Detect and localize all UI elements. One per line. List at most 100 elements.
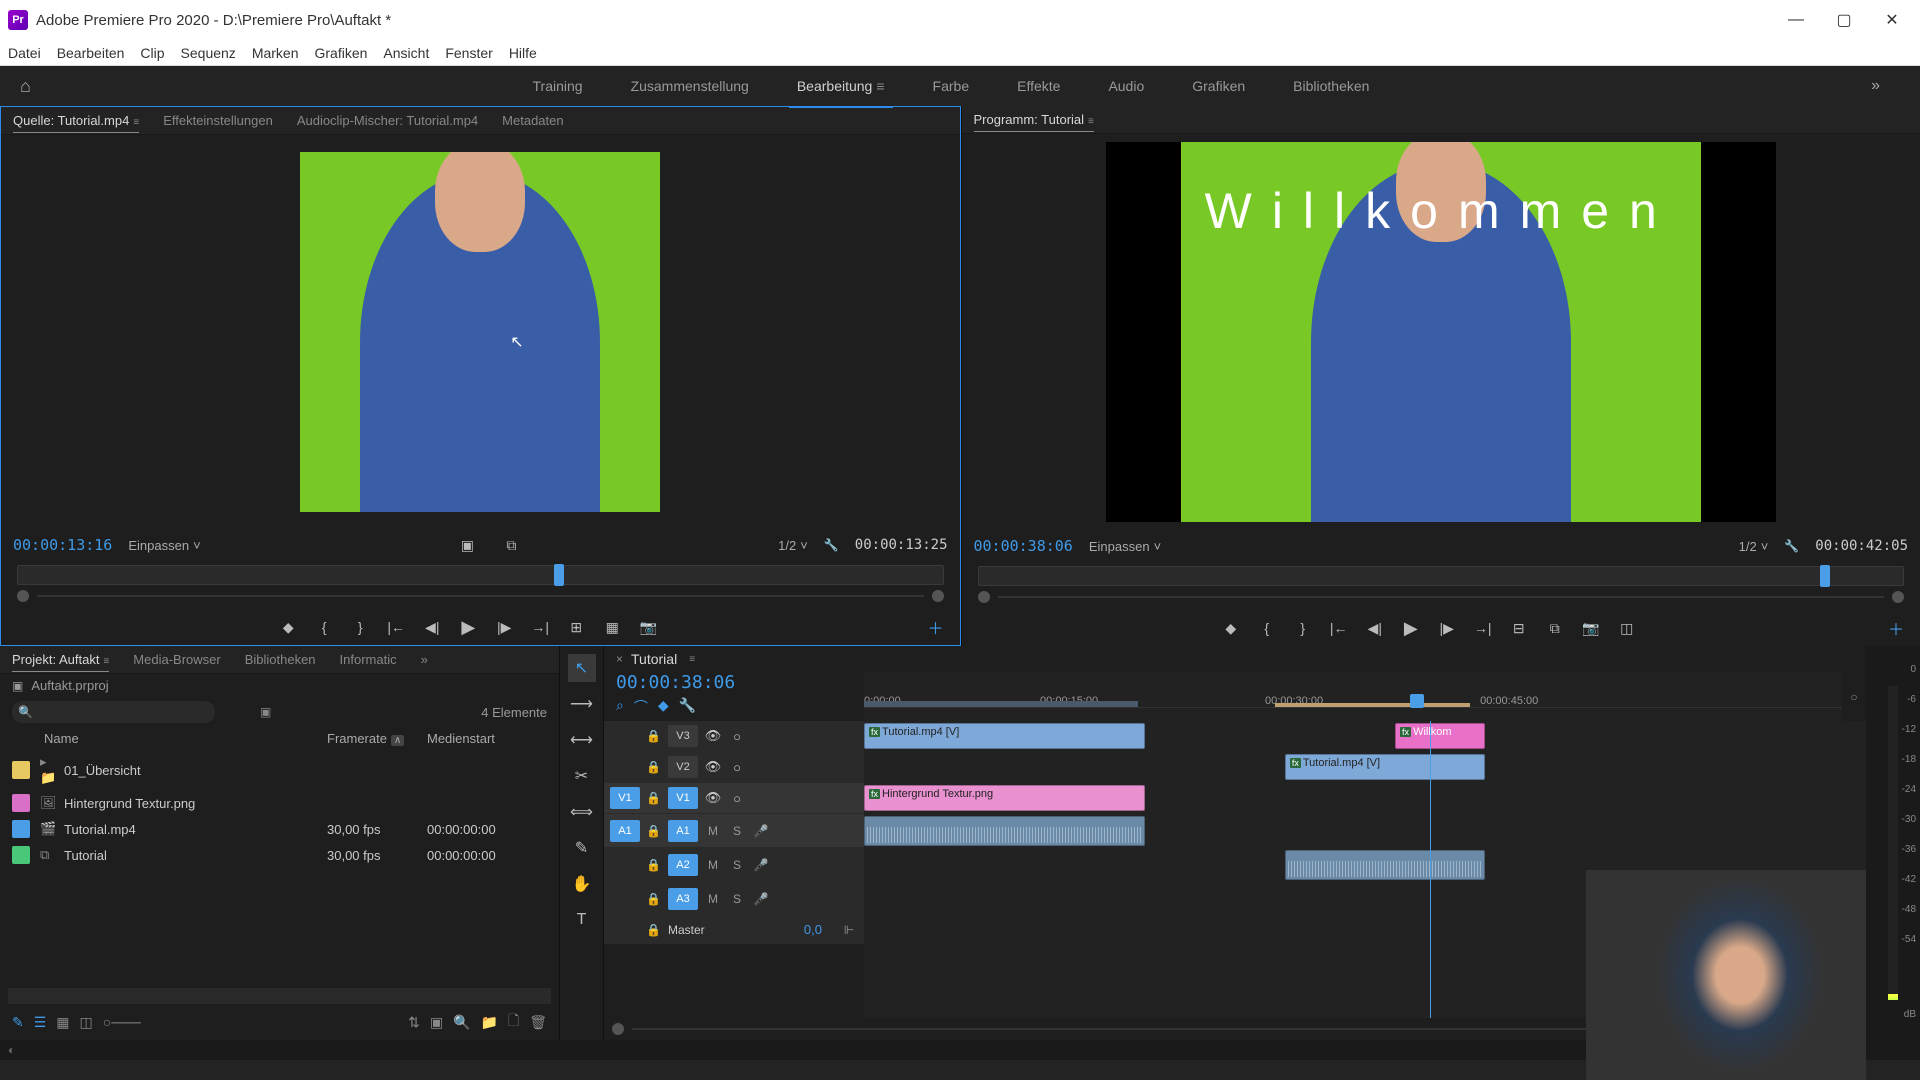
program-monitor-view[interactable]: Willkommen [962,134,1920,530]
step-forward-button[interactable]: |▶ [1433,616,1461,640]
voiceover-icon[interactable]: 🎤 [752,858,770,872]
step-back-button[interactable]: ◀| [418,615,446,639]
program-scrubber[interactable] [978,566,1905,586]
workspace-overflow-icon[interactable]: » [1871,77,1880,95]
source-tab-effekteinstellungen[interactable]: Effekteinstellungen [163,113,273,132]
workspace-bearbeitung[interactable]: Bearbeitung≡ [797,74,885,98]
project-tab-bibliotheken[interactable]: Bibliotheken [245,652,316,671]
workspace-effekte[interactable]: Effekte [1017,74,1060,98]
panel-menu-icon[interactable]: ≡ [689,654,695,665]
panel-menu-icon[interactable]: ≡ [1088,116,1094,127]
lock-icon[interactable]: 🔒 [646,892,662,906]
source-playhead[interactable] [554,564,564,586]
project-newbin-icon[interactable]: 📁 [481,1014,498,1031]
lock-icon[interactable]: 🔒 [646,791,662,805]
track-a3-target[interactable]: A3 [668,888,698,910]
timeline-ruler[interactable]: 0:00:00 00:00:15:00 00:00:30:00 00:00:45… [864,672,1842,708]
sync-lock-icon[interactable]: ○ [728,729,746,744]
eye-icon[interactable]: 👁 [704,728,722,744]
maximize-button[interactable]: ▢ [1824,5,1864,35]
source-fit-dropdown[interactable]: Einpassen ˅ [128,538,200,553]
source-zoom-slider[interactable] [37,595,924,597]
mark-in-button[interactable]: { [1253,616,1281,640]
overwrite-button[interactable]: ▦ [598,615,626,639]
project-tab-mediabrowser[interactable]: Media-Browser [133,652,220,671]
goto-out-button[interactable]: →| [526,615,554,639]
add-marker-button[interactable]: ◆ [274,615,302,639]
eye-icon[interactable]: 👁 [704,790,722,806]
track-master-header[interactable]: 🔒 Master 0,0 ⊩ [604,916,864,944]
solo-toggle[interactable]: S [728,824,746,838]
menu-marken[interactable]: Marken [252,45,299,61]
source-zoom-out[interactable] [17,590,29,602]
source-tab-quelle[interactable]: Quelle: Tutorial.mp4≡ [13,113,139,133]
program-zoom-in[interactable] [1892,591,1904,603]
label-color[interactable] [12,846,30,864]
insert-button[interactable]: ⊞ [562,615,590,639]
track-v2-target[interactable]: V2 [668,756,698,778]
menu-datei[interactable]: Datei [8,45,41,61]
project-delete-icon[interactable]: 🗑 [529,1014,547,1031]
track-v1-source[interactable]: V1 [610,787,640,809]
workspace-grafiken[interactable]: Grafiken [1192,74,1245,98]
voiceover-icon[interactable]: 🎤 [752,892,770,906]
timeline-playhead-head[interactable] [1410,694,1424,708]
goto-in-button[interactable]: |← [382,615,410,639]
lock-icon[interactable]: 🔒 [646,923,662,937]
comparison-view-button[interactable]: ◫ [1613,616,1641,640]
project-automate-icon[interactable]: ▣ [430,1014,443,1031]
timeline-close-icon[interactable]: × [616,652,623,666]
timeline-playhead[interactable] [1430,721,1431,1018]
track-v3-header[interactable]: 🔒 V3 👁 ○ [604,721,864,752]
project-newitem-icon[interactable]: 🗋 [508,1010,519,1034]
menu-fenster[interactable]: Fenster [445,45,492,61]
source-monitor-view[interactable]: ↖ [1,135,960,529]
workspace-menu-icon[interactable]: ≡ [876,78,884,94]
extract-button[interactable]: ⧉ [1541,616,1569,640]
timeline-settings-icon[interactable]: 🔧 [679,697,696,717]
lock-icon[interactable]: 🔒 [646,760,662,774]
close-button[interactable]: ✕ [1872,5,1912,35]
project-sort-icon[interactable]: ⇅ [408,1014,420,1031]
mark-out-button[interactable]: } [1289,616,1317,640]
col-medienstart[interactable]: Medienstart [427,731,547,746]
button-editor-plus[interactable]: ＋ [1888,616,1904,640]
home-icon[interactable]: ⌂ [20,76,31,97]
voiceover-icon[interactable]: 🎤 [752,824,770,838]
program-timecode-current[interactable]: 00:00:38:06 [974,537,1073,555]
marker-in-icon[interactable]: ▣ [453,533,481,557]
solo-toggle[interactable]: S [728,858,746,872]
col-framerate[interactable]: Framerate∧ [327,731,427,746]
master-expand-icon[interactable]: ⊩ [840,923,858,937]
solo-toggle[interactable]: S [728,892,746,906]
mute-toggle[interactable]: M [704,824,722,838]
label-color[interactable] [12,761,30,779]
menu-clip[interactable]: Clip [140,45,164,61]
mark-out-button[interactable]: } [346,615,374,639]
timeline-clip[interactable]: fxHintergrund Textur.png [864,785,1145,811]
track-a1-target[interactable]: A1 [668,820,698,842]
project-tab-overflow[interactable]: » [421,652,428,671]
program-playhead[interactable] [1820,565,1830,587]
menu-sequenz[interactable]: Sequenz [181,45,236,61]
lock-icon[interactable]: 🔒 [646,729,662,743]
timeline-clip[interactable] [1285,850,1485,880]
add-marker-button[interactable]: ◆ [1217,616,1245,640]
program-fit-dropdown[interactable]: Einpassen ˅ [1089,539,1161,554]
play-button[interactable]: ▶ [454,615,482,639]
project-find-icon[interactable]: 🔍 [453,1014,470,1031]
play-button[interactable]: ▶ [1397,616,1425,640]
project-iconview-icon[interactable]: ▦ [56,1014,69,1031]
razor-tool[interactable]: ✂ [568,762,596,790]
step-back-button[interactable]: ◀| [1361,616,1389,640]
project-item[interactable]: ▸ 📁 01_Übersicht [8,750,551,790]
minimize-button[interactable]: ― [1776,5,1816,35]
timeline-clip[interactable]: fxTutorial.mp4 [V] [864,723,1145,749]
track-a3-header[interactable]: 🔒 A3 M S 🎤 [604,882,864,916]
step-forward-button[interactable]: |▶ [490,615,518,639]
pen-tool[interactable]: ✎ [568,834,596,862]
track-v1-target[interactable]: V1 [668,787,698,809]
menu-ansicht[interactable]: Ansicht [383,45,429,61]
project-freeform-icon[interactable]: ◫ [80,1014,93,1031]
source-tab-audiomixer[interactable]: Audioclip-Mischer: Tutorial.mp4 [297,113,478,132]
